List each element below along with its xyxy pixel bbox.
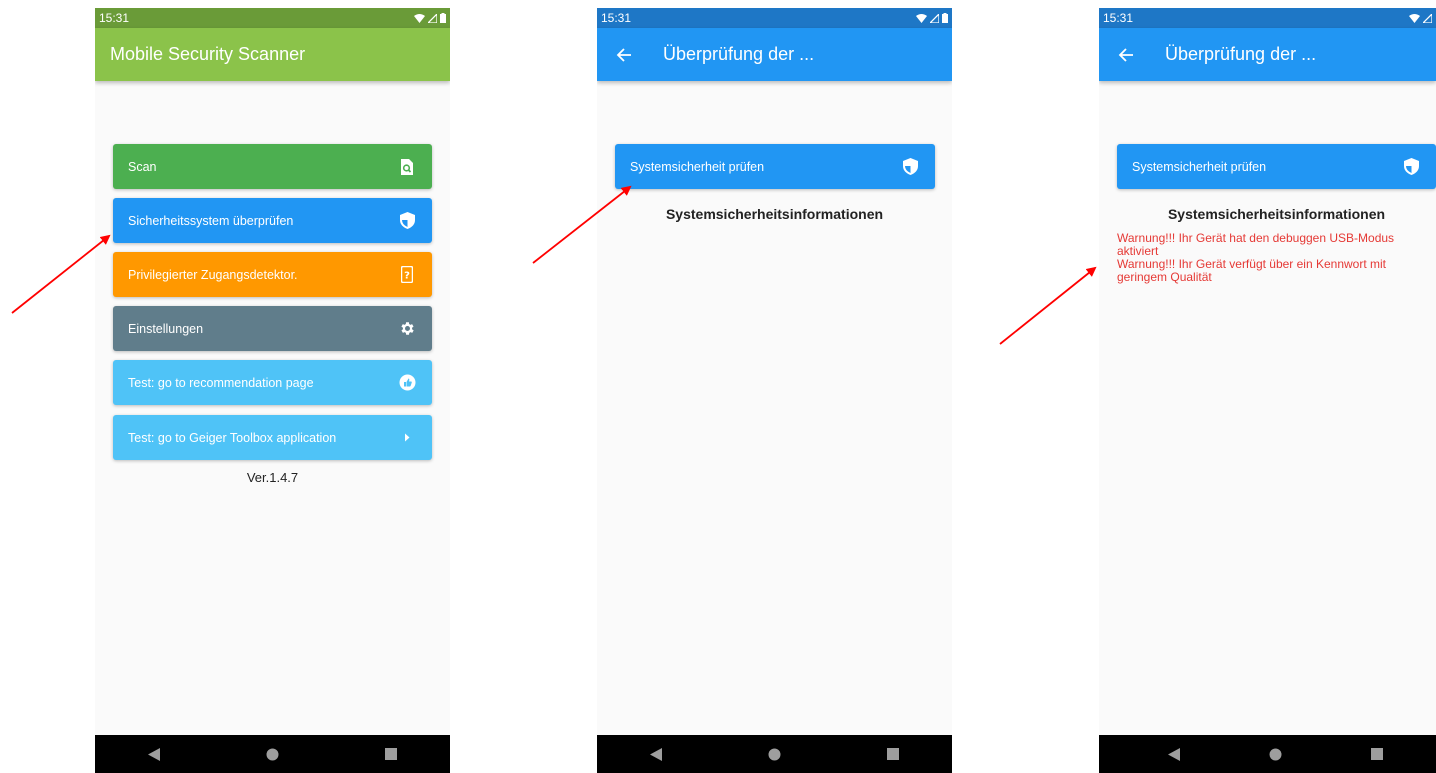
home-nav-icon[interactable] (252, 739, 292, 769)
gear-icon (398, 320, 416, 338)
scan-button-label: Scan (128, 159, 157, 174)
check-security-system-label: Sicherheitssystem überprüfen (128, 213, 294, 228)
shield-icon (1402, 158, 1420, 176)
app-version: Ver.1.4.7 (246, 470, 299, 485)
battery-icon (440, 13, 446, 23)
battery-icon (942, 13, 948, 23)
wifi-icon (1409, 13, 1420, 23)
shield-icon (901, 158, 919, 176)
warning-list: Warnung!!! Ihr Gerät hat den debuggen US… (1117, 232, 1417, 284)
privileged-access-detector-button[interactable]: Privilegierter Zugangsdetektor. ? (113, 252, 432, 297)
scan-button[interactable]: Scan (113, 144, 432, 189)
status-time: 15:31 (99, 11, 130, 25)
app-bar: Überprüfung der ... (1099, 28, 1436, 81)
app-bar: Überprüfung der ... (597, 28, 952, 81)
back-arrow-icon[interactable] (1101, 47, 1151, 63)
screen-system-check: 15:31 Überprüfung der ... Systemsicherhe… (597, 8, 952, 773)
status-time: 15:31 (1103, 11, 1134, 25)
geiger-toolbox-label: Test: go to Geiger Toolbox application (128, 430, 337, 445)
back-nav-icon[interactable] (134, 739, 174, 769)
home-nav-icon[interactable] (1255, 739, 1295, 769)
warning-usb-debug: Warnung!!! Ihr Gerät hat den debuggen US… (1117, 231, 1395, 258)
navigation-bar (1099, 735, 1436, 773)
status-time: 15:31 (601, 11, 632, 25)
system-security-info-title: Systemsicherheitsinformationen (1167, 206, 1386, 222)
app-title: Überprüfung der ... (1165, 44, 1317, 64)
navigation-bar (95, 735, 450, 773)
app-title: Überprüfung der ... (663, 44, 815, 64)
check-system-security-button[interactable]: Systemsicherheit prüfen (615, 144, 935, 189)
wifi-icon (916, 13, 927, 23)
settings-button[interactable]: Einstellungen (113, 306, 432, 351)
geiger-toolbox-button[interactable]: Test: go to Geiger Toolbox application (113, 415, 432, 460)
screen-system-check-results: 15:31 Überprüfung der ... Systemsicherhe… (1099, 8, 1436, 773)
recents-nav-icon[interactable] (1357, 739, 1397, 769)
back-nav-icon[interactable] (636, 739, 676, 769)
navigation-bar (597, 735, 952, 773)
screen-home: 15:31 Mobile Security Scanner Scan Siche… (95, 8, 450, 773)
arrow-to-warnings (999, 266, 1097, 345)
recommendation-page-button[interactable]: Test: go to recommendation page (113, 360, 432, 405)
phone-question-icon: ? (398, 266, 416, 284)
recommendation-page-label: Test: go to recommendation page (128, 375, 314, 390)
back-arrow-icon[interactable] (599, 47, 649, 63)
privileged-access-detector-label: Privilegierter Zugangsdetektor. (128, 267, 298, 282)
recents-nav-icon[interactable] (873, 739, 913, 769)
app-title: Mobile Security Scanner (110, 44, 306, 64)
status-bar: 15:31 (597, 8, 952, 28)
thumb-up-icon (398, 374, 416, 392)
shield-icon (398, 212, 416, 230)
signal-icon (1423, 13, 1432, 23)
status-icons (414, 13, 446, 23)
search-doc-icon (398, 158, 416, 176)
back-nav-icon[interactable] (1154, 739, 1194, 769)
recents-nav-icon[interactable] (371, 739, 411, 769)
warning-weak-password: Warnung!!! Ihr Gerät verfügt über ein Ke… (1117, 257, 1387, 284)
system-security-info-title: Systemsicherheitsinformationen (665, 206, 884, 222)
status-icons (1409, 13, 1432, 23)
status-bar: 15:31 (95, 8, 450, 28)
status-icons (916, 13, 948, 23)
check-system-security-button[interactable]: Systemsicherheit prüfen (1117, 144, 1436, 189)
wifi-icon (414, 13, 425, 23)
play-arrow-icon (398, 429, 416, 447)
check-security-system-button[interactable]: Sicherheitssystem überprüfen (113, 198, 432, 243)
signal-icon (428, 13, 437, 23)
signal-icon (930, 13, 939, 23)
status-bar: 15:31 (1099, 8, 1436, 28)
svg-text:?: ? (404, 271, 410, 282)
settings-label: Einstellungen (128, 321, 204, 336)
app-bar: Mobile Security Scanner (95, 28, 450, 81)
check-system-security-label: Systemsicherheit prüfen (1132, 159, 1267, 174)
home-nav-icon[interactable] (754, 739, 794, 769)
check-system-security-label: Systemsicherheit prüfen (630, 159, 765, 174)
